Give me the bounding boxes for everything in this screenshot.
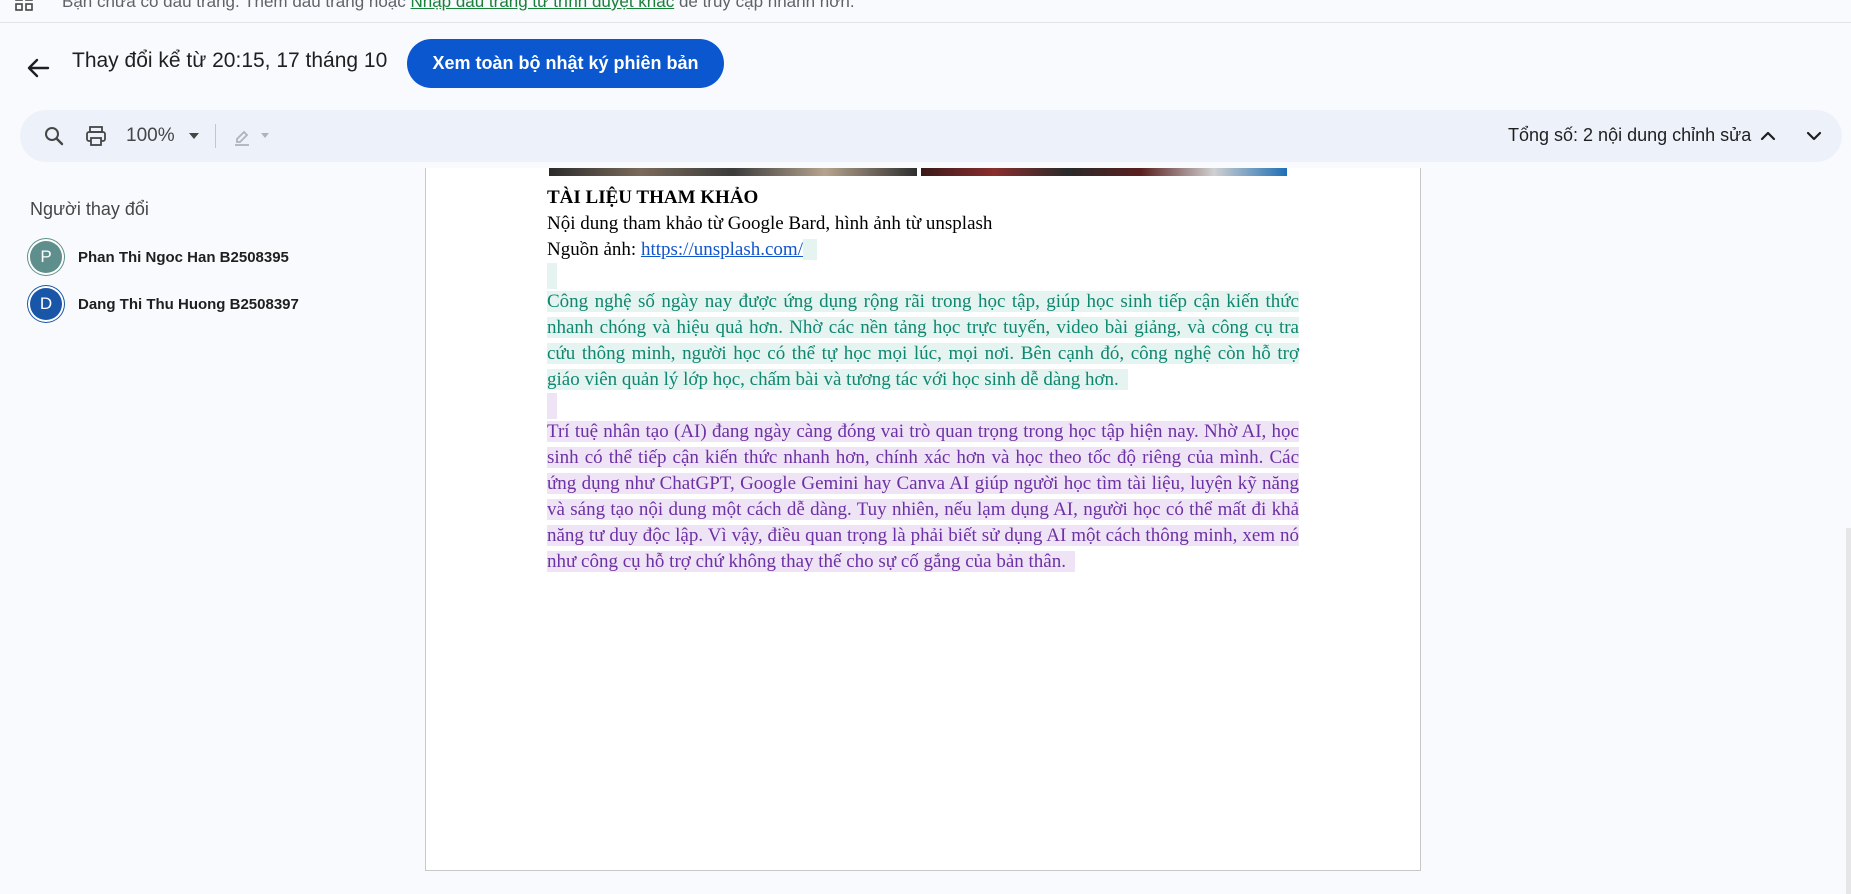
- arrow-back-icon[interactable]: [20, 50, 56, 86]
- bookmark-bar: Bạn chưa có dấu trang. Thêm dấu trang ho…: [0, 0, 1851, 23]
- chevron-down-icon[interactable]: [1802, 124, 1826, 148]
- doc-heading: TÀI LIỆU THAM KHẢO: [547, 187, 759, 208]
- page-title: Thay đổi kể từ 20:15, 17 tháng 10: [72, 49, 388, 72]
- document-body: TÀI LIỆU THAM KHẢO Nội dung tham khảo từ…: [547, 185, 1299, 575]
- version-header: Thay đổi kể từ 20:15, 17 tháng 10 Xem to…: [0, 22, 1851, 110]
- doc-source-line: Nguồn ảnh: https://unsplash.com/: [547, 237, 1299, 263]
- view-version-history-button[interactable]: Xem toàn bộ nhật ký phiên bản: [407, 39, 724, 88]
- import-bookmarks-link[interactable]: Nhập dấu trang từ trình duyệt khác: [410, 0, 674, 11]
- doc-source-label: Nguồn ảnh:: [547, 239, 641, 260]
- toolbar-divider: [215, 124, 216, 148]
- chevron-up-icon[interactable]: [1756, 124, 1780, 148]
- chevron-down-icon[interactable]: [188, 132, 200, 140]
- editors-title: Người thay đổi: [30, 199, 149, 219]
- apps-grid-icon[interactable]: [14, 0, 34, 12]
- editor-name: Dang Thi Thu Huong B2508397: [78, 296, 299, 313]
- document-image-right: [921, 168, 1287, 176]
- edit-mode-icon: [235, 130, 249, 146]
- search-icon[interactable]: [42, 124, 66, 148]
- total-edits-count: Tổng số: 2 nội dung chỉnh sửa: [1508, 125, 1752, 145]
- toolbar: 100% Tổng số: 2 nội dung chỉnh sửa: [20, 110, 1842, 162]
- inserted-paragraph-purple: Trí tuệ nhân tạo (AI) đang ngày càng đón…: [547, 419, 1299, 575]
- bookmark-text-before: Bạn chưa có dấu trang. Thêm dấu trang ho…: [62, 0, 406, 11]
- bookmark-bar-message: Bạn chưa có dấu trang. Thêm dấu trang ho…: [62, 0, 855, 12]
- unsplash-link[interactable]: https://unsplash.com/: [641, 239, 803, 260]
- caret-down-icon: [261, 133, 269, 138]
- editor-item[interactable]: P Phan Thi Ngoc Han B2508395: [30, 241, 370, 277]
- editor-name: Phan Thi Ngoc Han B2508395: [78, 249, 289, 266]
- doc-reference-line: Nội dung tham khảo từ Google Bard, hình …: [547, 213, 993, 234]
- avatar: D: [30, 288, 62, 320]
- inserted-paragraph-teal: Công nghệ số ngày nay được ứng dụng rộng…: [547, 289, 1299, 393]
- document-page: TÀI LIỆU THAM KHẢO Nội dung tham khảo từ…: [425, 168, 1421, 871]
- inserted-blank-line: [547, 263, 1299, 289]
- bookmark-text-after: để truy cập nhanh hơn.: [678, 0, 855, 11]
- teal-paragraph-text: Công nghệ số ngày nay được ứng dụng rộng…: [547, 291, 1299, 390]
- inserted-blank-line: [547, 393, 1299, 419]
- document-image-left: [549, 168, 917, 176]
- editor-item[interactable]: D Dang Thi Thu Huong B2508397: [30, 288, 370, 324]
- purple-paragraph-text: Trí tuệ nhân tạo (AI) đang ngày càng đón…: [547, 421, 1299, 572]
- zoom-select[interactable]: 100%: [126, 125, 175, 147]
- scrollbar[interactable]: [1846, 528, 1851, 894]
- avatar: P: [30, 241, 62, 273]
- print-icon[interactable]: [84, 124, 108, 148]
